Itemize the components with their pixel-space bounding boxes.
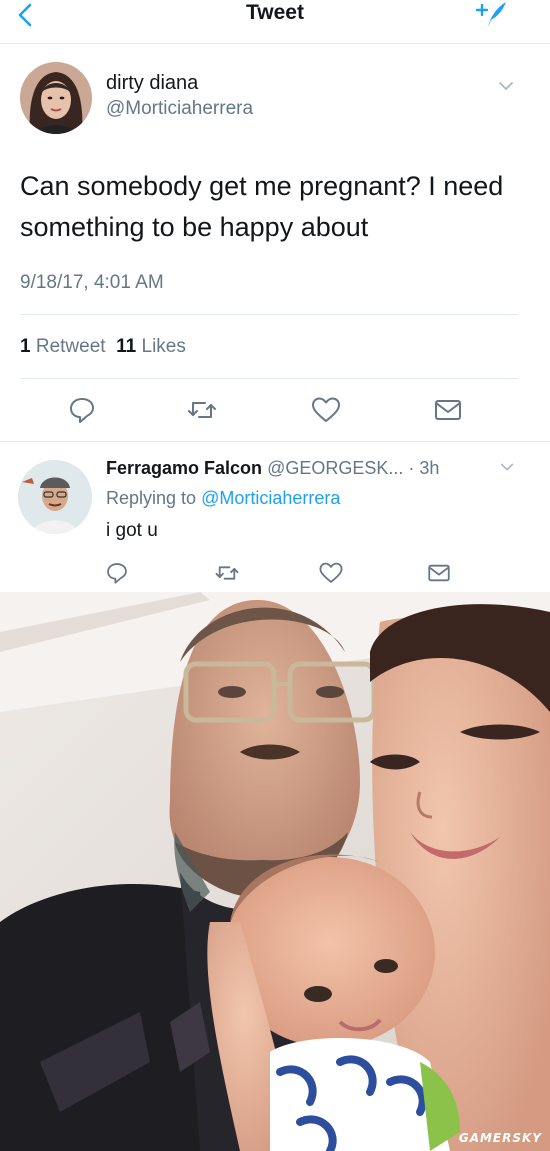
reply-header: Ferragamo Falcon @GEORGESK... · 3h — [106, 458, 439, 479]
reply-author-name[interactable]: Ferragamo Falcon — [106, 458, 262, 478]
replying-to: Replying to @Morticiaherrera — [106, 488, 340, 509]
retweet-count[interactable]: 1 — [20, 336, 31, 357]
family-photo: GAMERSKY — [0, 592, 550, 1151]
retweet-icon[interactable] — [214, 560, 240, 586]
reply-author-handle[interactable]: @GEORGESK... — [267, 458, 403, 478]
reply-time: · 3h — [408, 458, 440, 478]
reply-tweet[interactable]: Ferragamo Falcon @GEORGESK... · 3h Reply… — [0, 442, 550, 592]
compose-tweet-icon[interactable] — [474, 0, 508, 28]
top-bar: Tweet — [0, 0, 550, 44]
divider — [20, 378, 518, 379]
reply-icon[interactable] — [104, 560, 130, 586]
retweet-label[interactable]: Retweet — [36, 336, 106, 357]
heart-icon[interactable] — [310, 394, 342, 426]
tweet-text: Can somebody get me pregnant? I need som… — [20, 171, 504, 242]
author-handle[interactable]: @Morticiaherrera — [106, 98, 253, 120]
retweet-icon[interactable] — [186, 394, 218, 426]
replying-label: Replying to — [106, 488, 197, 508]
replying-mention[interactable]: @Morticiaherrera — [201, 488, 340, 508]
direct-message-icon[interactable] — [432, 394, 464, 426]
like-label[interactable]: Likes — [142, 336, 186, 357]
page-title: Tweet — [246, 1, 304, 24]
reply-text: i got u — [106, 520, 158, 541]
direct-message-icon[interactable] — [426, 560, 452, 586]
watermark: GAMERSKY — [458, 1131, 542, 1145]
like-count[interactable]: 11 — [116, 336, 136, 357]
reply-icon[interactable] — [66, 394, 98, 426]
divider — [20, 314, 518, 315]
chevron-down-icon[interactable] — [498, 458, 516, 476]
tweet-stats: 1 Retweet 11 Likes — [20, 336, 186, 358]
chevron-down-icon[interactable] — [496, 76, 516, 96]
author-name[interactable]: dirty diana — [106, 72, 198, 95]
avatar[interactable] — [18, 460, 92, 534]
heart-icon[interactable] — [318, 560, 344, 586]
main-tweet: dirty diana @Morticiaherrera Can somebod… — [0, 44, 550, 442]
avatar[interactable] — [20, 62, 92, 134]
tweet-timestamp[interactable]: 9/18/17, 4:01 AM — [20, 272, 164, 294]
